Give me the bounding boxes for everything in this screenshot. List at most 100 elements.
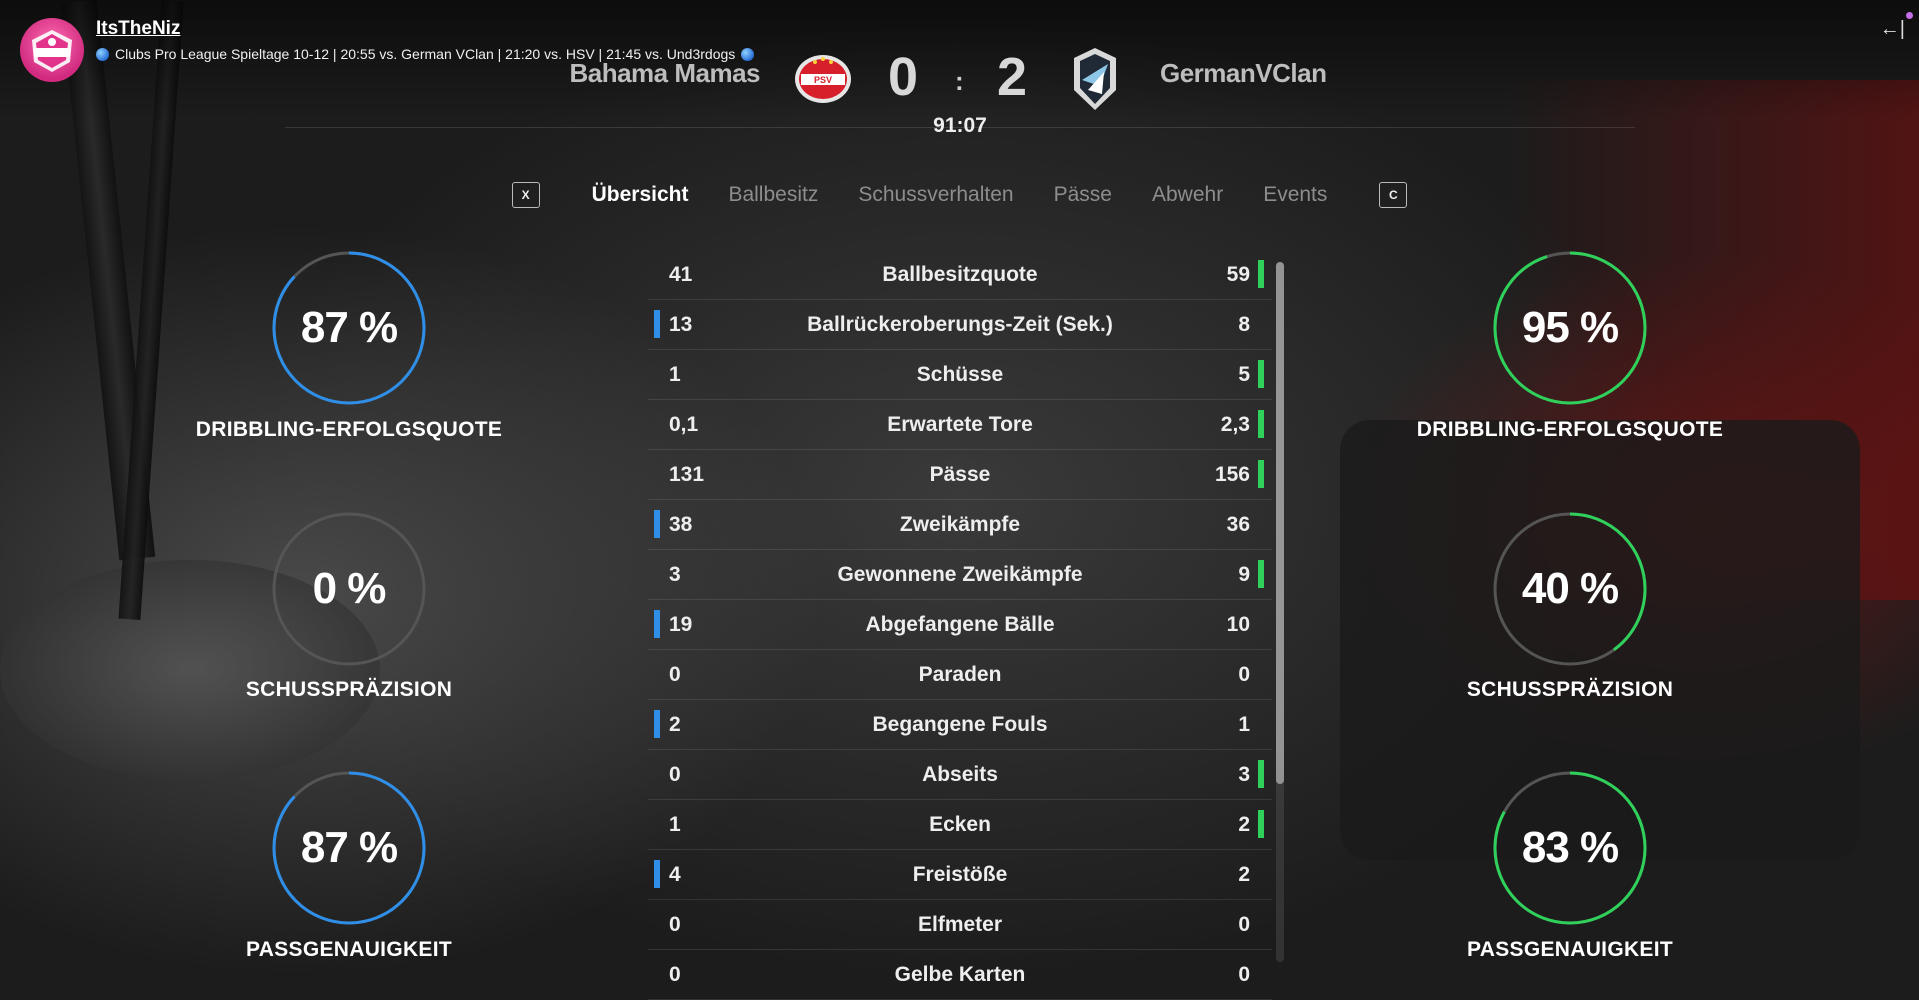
match-clock: 91:07 [933,114,987,137]
svg-text:PSV: PSV [814,75,832,85]
tab-paesse[interactable]: Pässe [1034,183,1132,207]
stat-row: Ballbesitzquote 41 59 [648,250,1272,300]
stat-row: Elfmeter 0 0 [648,900,1272,950]
stat-home-value: 41 [669,262,693,286]
stat-row: Gelbe Karten 0 0 [648,950,1272,1000]
score-separator: : [955,66,964,96]
stat-label: Zweikämpfe [899,512,1021,536]
stat-label: Begangene Fouls [872,712,1048,736]
stat-label: Gewonnene Zweikämpfe [837,562,1083,586]
stat-row: Paraden 0 0 [648,650,1272,700]
stat-away-value: 2,3 [1220,412,1250,436]
stat-row: Begangene Fouls 2 1 [648,700,1272,750]
stat-row: Pässe 131 156 [648,450,1272,500]
gauge-value: 0 % [312,564,387,613]
stat-row: Abgefangene Bälle 19 10 [648,600,1272,650]
stat-away-value: 8 [1238,312,1250,336]
stat-label: Freistöße [912,862,1008,886]
tab-ballbesitz[interactable]: Ballbesitz [708,183,838,207]
gauge-value: 87 % [300,823,398,872]
stat-away-value: 1 [1238,712,1250,736]
gauge-label: PASSGENAUIGKEIT [1467,938,1673,961]
away-team-crest-icon [1070,46,1120,112]
stats-scrollbar[interactable] [1276,262,1284,962]
home-score: 0 [888,47,919,107]
stat-home-value: 1 [669,362,681,386]
stat-label: Abseits [922,762,998,786]
stat-home-value: 4 [669,862,681,886]
stat-row: Zweikämpfe 38 36 [648,500,1272,550]
gauge-label: PASSGENAUIGKEIT [246,938,452,961]
away-score: 2 [997,47,1028,107]
away-dribbling-gauge: 95 % [1492,250,1648,406]
stat-home-value: 19 [669,612,693,636]
gauge-label: DRIBBLING-ERFOLGSQUOTE [195,418,503,441]
stat-label: Gelbe Karten [894,962,1026,986]
gauge-value: 83 % [1521,823,1619,872]
stat-home-value: 0 [669,912,681,936]
away-team-name: GermanVClan [1160,58,1327,88]
avatar-logo-icon [32,30,72,72]
stat-label: Ecken [929,812,991,836]
home-pass-accuracy-gauge: 87 % [271,770,427,926]
stat-home-value: 0 [669,762,681,786]
stat-away-value: 2 [1238,862,1250,886]
stat-away-value: 2 [1238,812,1250,836]
stat-away-value: 0 [1238,662,1250,686]
channel-avatar[interactable] [20,18,84,82]
stat-label: Abgefangene Bälle [865,612,1055,636]
stat-home-value: 0 [669,962,681,986]
stat-home-value: 0,1 [669,412,699,436]
collapse-icon[interactable]: ←| [1880,18,1905,41]
stat-away-value: 0 [1238,962,1250,986]
home-dribbling-gauge: 87 % [271,250,427,406]
tab-uebersicht[interactable]: Übersicht [572,183,709,207]
background-pole [60,0,156,561]
gauge-label: SCHUSSPRÄZISION [1466,678,1674,701]
stat-home-value: 38 [669,512,693,536]
prev-tab-key-x[interactable]: X [511,182,540,208]
stat-label: Schüsse [916,362,1004,386]
tab-schussverhalten[interactable]: Schussverhalten [838,183,1033,207]
stat-home-value: 0 [669,662,681,686]
stat-home-value: 131 [669,462,705,486]
stat-row: Abseits 0 3 [648,750,1272,800]
stat-row: Gewonnene Zweikämpfe 3 9 [648,550,1272,600]
stat-row: Freistöße 4 2 [648,850,1272,900]
channel-name[interactable]: ItsTheNiz [96,18,754,40]
stat-home-value: 2 [669,712,681,736]
stat-home-value: 1 [669,812,681,836]
gauge-label: SCHUSSPRÄZISION [245,678,453,701]
scrollbar-thumb[interactable] [1276,262,1284,784]
tab-abwehr[interactable]: Abwehr [1132,183,1243,207]
notification-dot [1906,12,1913,19]
tab-events[interactable]: Events [1243,183,1347,207]
away-pass-accuracy-gauge: 83 % [1492,770,1648,926]
stat-label: Ballrückeroberungs-Zeit (Sek.) [807,312,1113,336]
gauge-value: 40 % [1521,564,1619,613]
stat-away-value: 0 [1238,912,1250,936]
stat-away-value: 5 [1238,362,1250,386]
stats-tab-bar: X Übersicht Ballbesitz Schussverhalten P… [0,182,1919,208]
next-tab-key-c[interactable]: C [1379,182,1408,208]
stat-label: Paraden [918,662,1002,686]
stat-away-value: 59 [1226,262,1250,286]
stat-row: Schüsse 1 5 [648,350,1272,400]
gauge-value: 87 % [300,303,398,352]
stats-table[interactable]: Ballbesitzquote 41 59 Ballrückeroberungs-Ze… [648,250,1272,1000]
stat-label: Erwartete Tore [887,412,1033,436]
stat-row: Ecken 1 2 [648,800,1272,850]
away-shot-accuracy-gauge: 40 % [1492,511,1648,667]
gauge-value: 95 % [1521,303,1619,352]
home-shot-accuracy-gauge: 0 % [271,511,427,667]
stat-away-value: 36 [1226,512,1250,536]
stat-away-value: 9 [1238,562,1250,586]
home-team-crest-icon: PSV [793,52,853,106]
stat-row: Ballrückeroberungs-Zeit (Sek.) 13 8 [648,300,1272,350]
home-team-name: Bahama Mamas [569,58,760,88]
stat-label: Elfmeter [917,912,1003,936]
stat-home-value: 3 [669,562,681,586]
stat-label: Pässe [929,462,991,486]
background-pole [118,0,184,621]
gauge-label: DRIBBLING-ERFOLGSQUOTE [1416,418,1724,441]
